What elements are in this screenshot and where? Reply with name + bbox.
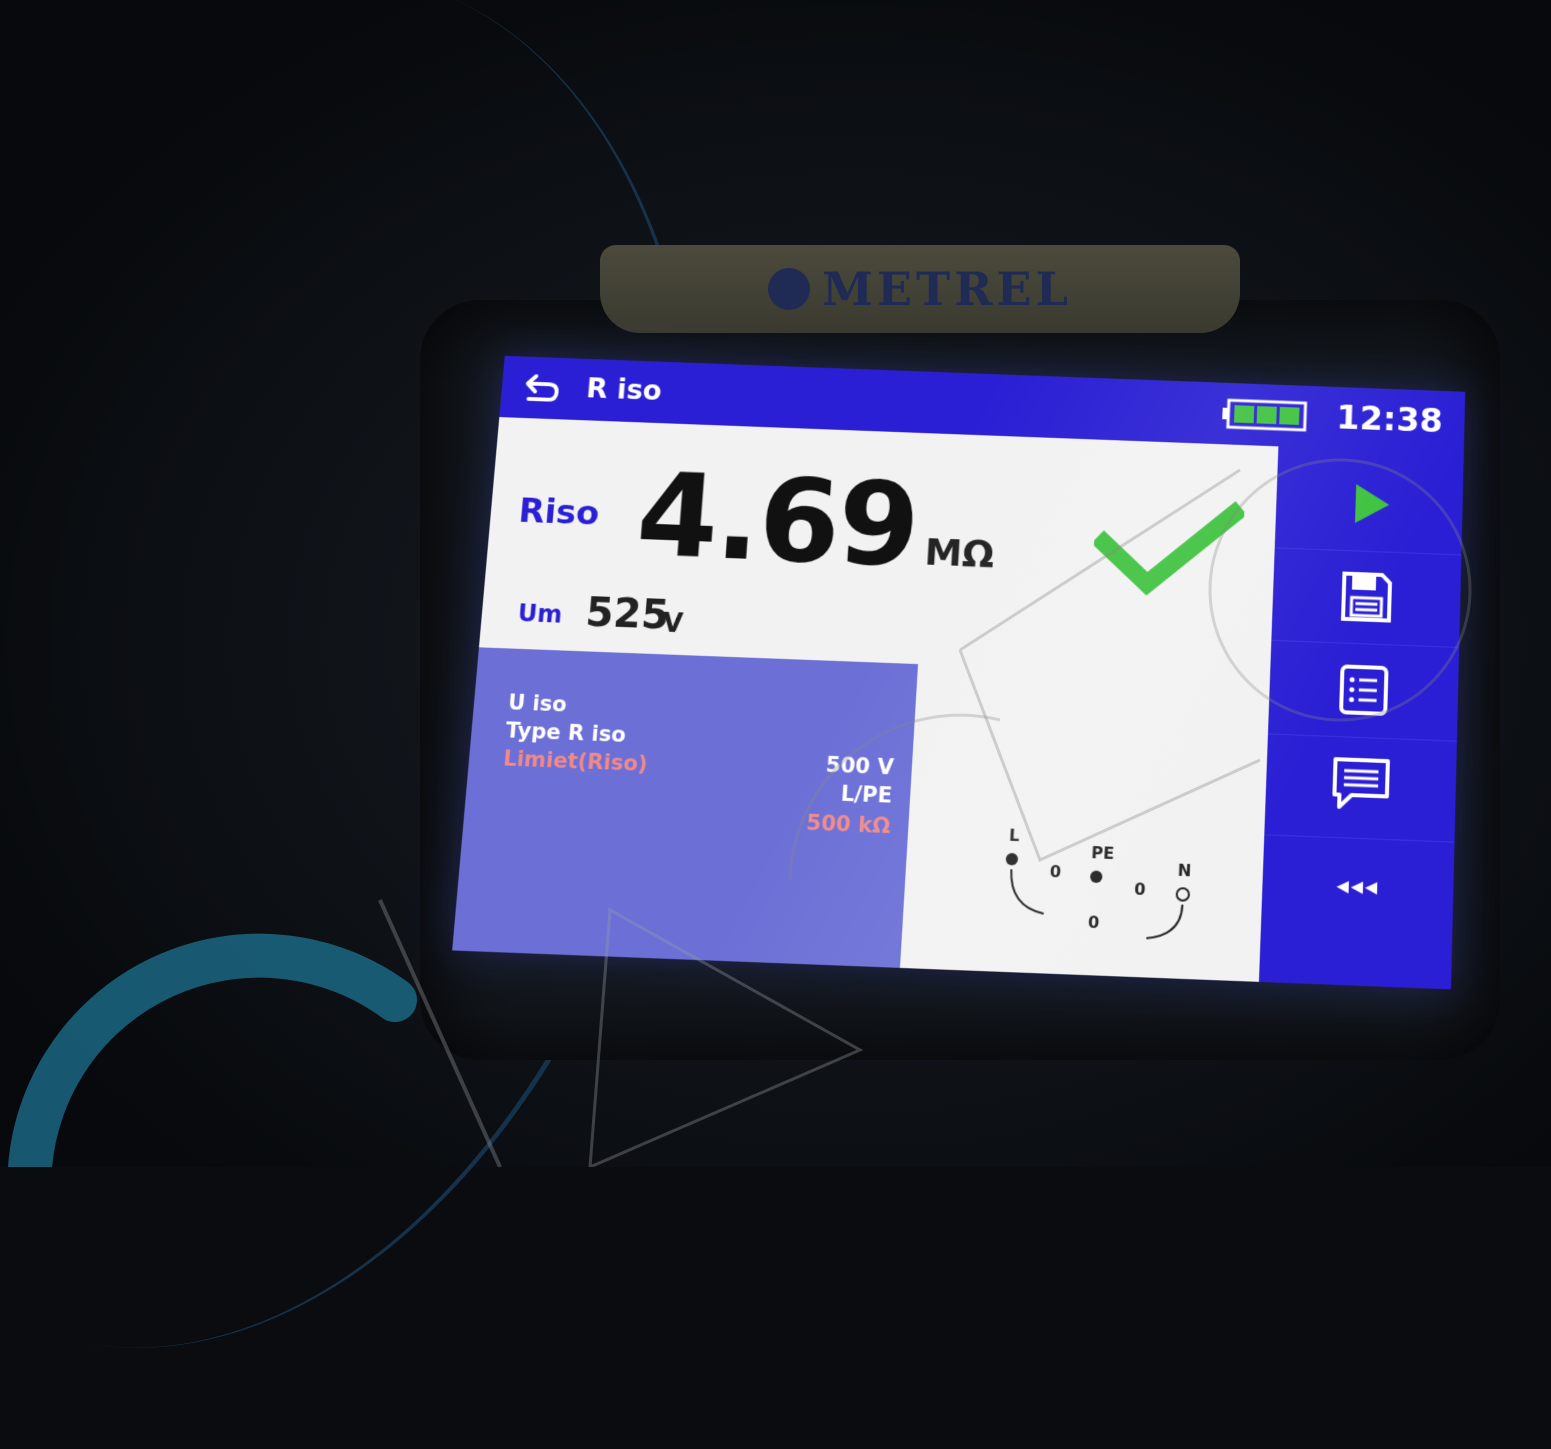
terminal-label-pe: PE: [1091, 843, 1115, 863]
result-value: 4.69: [632, 448, 921, 593]
param-value-type: L/PE: [840, 782, 893, 808]
play-icon: [1341, 476, 1398, 533]
param-value-u-iso: 500 V: [825, 753, 894, 780]
save-icon: [1337, 567, 1396, 626]
clock: 12:38: [1336, 399, 1444, 441]
um-value: 525: [584, 590, 671, 639]
parameter-panel[interactable]: U iso Type R iso Limiet(Riso) 500 V L/PE…: [452, 647, 918, 968]
save-button[interactable]: [1271, 547, 1461, 646]
param-name-limit: Limiet(Riso): [502, 746, 648, 776]
reading-l-n: 0: [1088, 912, 1100, 932]
param-name-type: Type R iso: [505, 718, 627, 747]
um-unit: V: [662, 609, 684, 639]
action-sidebar: ◂◂◂: [1259, 446, 1464, 989]
um-label: Um: [517, 599, 564, 628]
battery-icon: [1220, 398, 1308, 432]
brand-name: METREL: [822, 262, 1072, 316]
parameters-button[interactable]: [1268, 640, 1459, 740]
terminal-label-l: L: [1009, 825, 1020, 845]
param-name-u-iso: U iso: [507, 690, 568, 716]
terminal-n-dot: [1176, 888, 1189, 901]
screen-title: R iso: [585, 372, 663, 406]
start-button[interactable]: [1275, 456, 1464, 552]
reading-pe-n: 0: [1134, 879, 1146, 899]
result-unit: MΩ: [923, 530, 995, 576]
more-label: ◂◂◂: [1336, 871, 1380, 901]
reading-l-pe: 0: [1049, 861, 1061, 881]
param-value-limit: 500 kΩ: [806, 811, 891, 839]
terminal-label-n: N: [1177, 860, 1191, 880]
more-button[interactable]: ◂◂◂: [1261, 834, 1455, 936]
comment-button[interactable]: [1265, 733, 1457, 834]
terminal-pe-dot: [1090, 870, 1103, 883]
instrument-screen: R iso 12:38 Riso 4.69 MΩ Um 525 V U iso …: [452, 356, 1465, 990]
brand-logo-icon: [768, 268, 810, 310]
brand-plate: METREL: [600, 245, 1240, 333]
result-label: Riso: [517, 491, 601, 533]
list-icon: [1336, 662, 1392, 718]
comment-icon: [1329, 754, 1393, 815]
pass-check-icon: [1091, 494, 1244, 607]
back-icon[interactable]: [518, 368, 564, 408]
terminal-l-dot: [1006, 853, 1019, 866]
terminal-diagram: L PE N 0 0 0: [993, 818, 1232, 960]
